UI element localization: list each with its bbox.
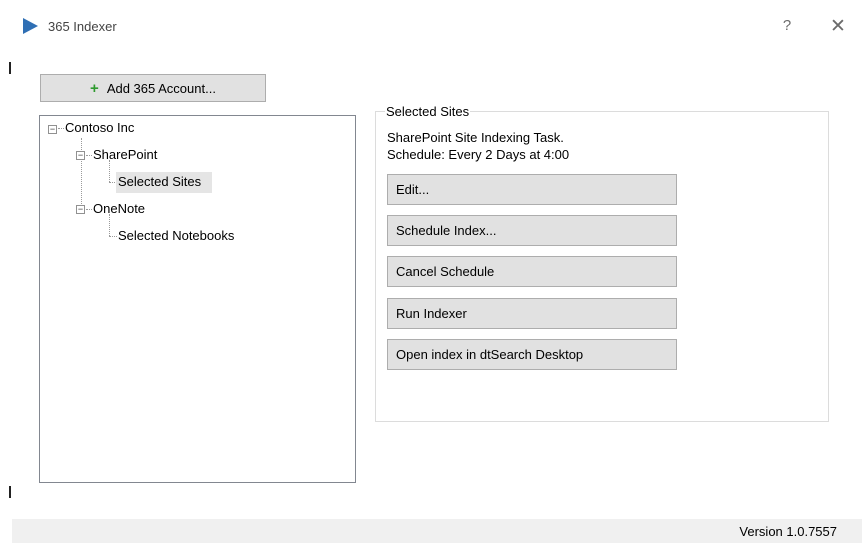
close-button[interactable]: ✕ — [830, 15, 846, 37]
tree-connector — [58, 128, 64, 129]
tree-connector — [109, 214, 110, 236]
open-index-button[interactable]: Open index in dtSearch Desktop — [387, 339, 677, 370]
tree-connector — [109, 160, 110, 182]
add-account-label: Add 365 Account... — [106, 80, 216, 96]
collapse-icon[interactable]: − — [48, 125, 57, 134]
edge-mark — [9, 486, 11, 498]
cancel-schedule-button[interactable]: Cancel Schedule — [387, 256, 677, 287]
plus-icon: + — [90, 79, 99, 97]
tree-node-sharepoint[interactable]: SharePoint — [93, 147, 157, 162]
tree-connector — [86, 155, 92, 156]
schedule-text: Schedule: Every 2 Days at 4:00 — [387, 147, 570, 162]
edge-mark — [9, 62, 11, 74]
group-title: Selected Sites — [385, 104, 471, 119]
edit-button[interactable]: Edit... — [387, 174, 677, 205]
version-label: Version 1.0.7557 — [739, 524, 837, 539]
add-365-account-button[interactable]: + Add 365 Account... — [40, 74, 266, 102]
status-bar: Version 1.0.7557 — [12, 519, 862, 543]
tree-connector — [81, 138, 82, 208]
run-indexer-button[interactable]: Run Indexer — [387, 298, 677, 329]
tree-node-contoso-inc[interactable]: Contoso Inc — [65, 120, 134, 135]
help-button[interactable]: ? — [780, 17, 794, 34]
close-icon: ✕ — [830, 16, 846, 37]
collapse-icon[interactable]: − — [76, 151, 85, 160]
tree-node-selected-notebooks[interactable]: Selected Notebooks — [118, 228, 234, 243]
background-window-edge — [0, 0, 11, 543]
window-title: 365 Indexer — [48, 19, 117, 34]
app-logo-icon — [23, 18, 38, 34]
tree-node-onenote[interactable]: OneNote — [93, 201, 145, 216]
title-bar: 365 Indexer ? ✕ — [12, 0, 862, 50]
account-tree[interactable]: − Contoso Inc − SharePoint Selected Site… — [39, 115, 356, 483]
task-description: SharePoint Site Indexing Task. — [387, 130, 564, 145]
dialog-window: 365 Indexer ? ✕ + Add 365 Account... − C… — [12, 0, 862, 543]
schedule-index-button[interactable]: Schedule Index... — [387, 215, 677, 246]
collapse-icon[interactable]: − — [76, 205, 85, 214]
tree-connector — [109, 236, 117, 237]
tree-node-selected-sites[interactable]: Selected Sites — [118, 174, 201, 189]
tree-connector — [86, 209, 92, 210]
